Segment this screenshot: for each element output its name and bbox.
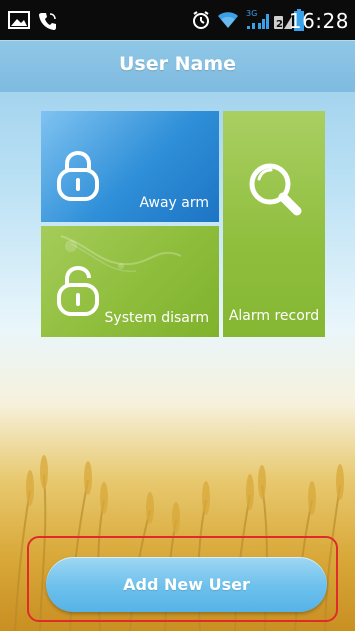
svg-text:3G: 3G xyxy=(246,9,257,18)
wifi-icon xyxy=(216,10,240,34)
alarm-record-label: Alarm record xyxy=(228,308,320,324)
svg-text:2: 2 xyxy=(276,19,283,30)
padlock-unlocked-icon xyxy=(55,265,101,320)
phone-icon xyxy=(38,11,58,35)
status-time: 16:28 xyxy=(288,9,349,33)
system-disarm-label: System disarm xyxy=(104,310,209,326)
away-arm-tile[interactable]: Away arm xyxy=(41,111,219,222)
app-screen: 3G 2 16:28 User Name Away arm System dis… xyxy=(0,0,355,631)
alarm-clock-icon xyxy=(191,10,211,34)
page-title: User Name xyxy=(118,53,236,75)
status-bar: 3G 2 16:28 xyxy=(0,0,355,40)
magnifier-icon xyxy=(245,159,305,223)
system-disarm-tile[interactable]: System disarm xyxy=(41,226,219,337)
alarm-record-tile[interactable]: Alarm record xyxy=(223,111,325,337)
signal-3g-icon: 3G xyxy=(246,8,272,36)
padlock-locked-icon xyxy=(55,150,101,205)
image-icon xyxy=(8,11,30,33)
add-new-user-button[interactable]: Add New User xyxy=(46,557,327,612)
away-arm-label: Away arm xyxy=(139,195,209,211)
title-bar: User Name xyxy=(0,40,355,92)
